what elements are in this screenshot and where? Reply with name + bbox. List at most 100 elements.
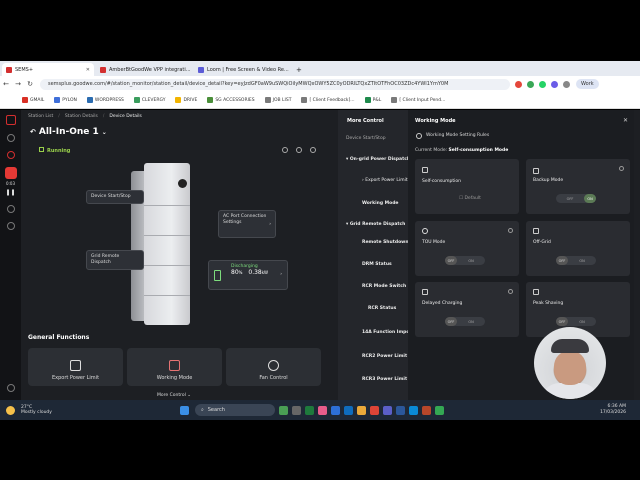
mode-card-tou[interactable]: TOU Mode OFF ON bbox=[415, 221, 519, 276]
new-tab-button[interactable]: + bbox=[292, 63, 306, 76]
layers-icon[interactable] bbox=[6, 384, 15, 392]
copilot-icon[interactable] bbox=[317, 405, 327, 415]
working-mode-card[interactable]: Working Mode bbox=[127, 348, 222, 386]
mode-card-off-grid[interactable]: Off-Grid OFF ON bbox=[526, 221, 630, 276]
bookmark-sg-accessories[interactable]: SG ACCESSORIES bbox=[207, 97, 255, 103]
bookmark-drive[interactable]: DRIVE bbox=[175, 97, 197, 103]
webcam-bubble[interactable] bbox=[534, 327, 606, 399]
bookmark-pylon[interactable]: PYLON bbox=[54, 97, 77, 103]
extension-icon[interactable] bbox=[527, 80, 534, 88]
more-item-14a-function[interactable]: 14A Function Import bbox=[362, 330, 414, 335]
loom-favicon-icon bbox=[198, 66, 204, 73]
close-icon[interactable]: ✕ bbox=[623, 117, 628, 124]
more-item-remote-shutdown[interactable]: Remote Shutdown bbox=[362, 240, 409, 245]
station-icon[interactable] bbox=[6, 151, 15, 159]
info-icon[interactable] bbox=[508, 228, 513, 233]
profile-button[interactable]: Work bbox=[576, 79, 599, 89]
taskbar-search[interactable]: ⌕ Search bbox=[194, 404, 275, 416]
delayed-charging-icon bbox=[422, 289, 428, 295]
url-input[interactable]: semsplus.goodwe.com/#/station_monitor/st… bbox=[40, 78, 510, 90]
more-item-rcr3-power-limit[interactable]: RCR3 Power Limit R bbox=[362, 377, 412, 382]
battery-unit-image bbox=[131, 163, 190, 325]
more-item-working-mode[interactable]: Working Mode bbox=[362, 201, 398, 206]
info-icon[interactable] bbox=[619, 166, 624, 171]
system-clock[interactable]: 6:36 AM 17/03/2026 bbox=[600, 404, 626, 416]
peak-shaving-toggle[interactable]: OFF ON bbox=[556, 317, 596, 326]
settings-icon[interactable] bbox=[6, 222, 15, 230]
chevron-down-icon[interactable]: ⌄ bbox=[102, 129, 107, 136]
breadcrumb-station-list[interactable]: Station List bbox=[28, 114, 53, 119]
close-icon[interactable]: ✕ bbox=[83, 67, 90, 73]
outlook-icon[interactable] bbox=[343, 405, 353, 415]
info-icon[interactable] bbox=[508, 289, 513, 294]
fan-control-card[interactable]: Fan Control bbox=[226, 348, 321, 386]
bookmark-gmail[interactable]: GMAIL bbox=[22, 97, 44, 103]
whatsapp-icon[interactable] bbox=[539, 80, 546, 88]
bookmark-client-input[interactable]: [ Client Input Pend... bbox=[391, 97, 445, 103]
task-view-icon[interactable] bbox=[291, 405, 301, 415]
tou-toggle[interactable]: OFF ON bbox=[445, 256, 485, 265]
back-icon[interactable]: ↶ bbox=[30, 128, 36, 136]
windows-start-icon[interactable] bbox=[179, 405, 189, 415]
info-icon[interactable] bbox=[310, 147, 316, 153]
mode-card-backup[interactable]: Backup Mode OFF ON bbox=[526, 159, 630, 214]
bookmark-clevergy[interactable]: CLEVERGY bbox=[133, 97, 165, 103]
forward-arrow-icon[interactable]: → bbox=[12, 80, 24, 88]
off-grid-toggle[interactable]: OFF ON bbox=[556, 256, 596, 265]
bookmark-wordpress[interactable]: WORDPRESS bbox=[86, 97, 124, 103]
more-item-on-grid-power-dispatch[interactable]: ▾ On-grid Power Dispatch bbox=[346, 157, 410, 162]
breadcrumb-station-details[interactable]: Station Details bbox=[65, 114, 98, 119]
export-power-limit-card[interactable]: Export Power Limit bbox=[28, 348, 123, 386]
chrome-profile-icon[interactable] bbox=[434, 405, 444, 415]
device-title[interactable]: ↶ All-In-One 1 ⌄ bbox=[30, 127, 107, 137]
close-icon[interactable]: ✕ bbox=[191, 67, 192, 73]
more-item-rcr-status[interactable]: RCR Status bbox=[368, 306, 396, 311]
more-item-rcr-mode-switch[interactable]: RCR Mode Switch bbox=[362, 284, 406, 289]
loom-record-button[interactable] bbox=[4, 167, 17, 179]
word-icon[interactable] bbox=[395, 405, 405, 415]
tab-loom[interactable]: Loom | Free Screen & Video Re... ✕ bbox=[194, 63, 290, 76]
more-item-drm-status[interactable]: DRM Status bbox=[362, 262, 392, 267]
app-icon[interactable] bbox=[278, 405, 288, 415]
dashboard-icon[interactable] bbox=[6, 134, 15, 142]
more-item-grid-remote-dispatch[interactable]: ▾ Grid Remote Dispatch bbox=[346, 222, 405, 227]
teams-icon[interactable] bbox=[382, 405, 392, 415]
excel-icon[interactable] bbox=[304, 405, 314, 415]
more-control-link[interactable]: More Control ⌄ bbox=[157, 393, 191, 398]
backup-toggle[interactable]: OFF ON bbox=[556, 194, 596, 203]
ac-port-settings-callout[interactable]: AC Port Connection Settings › bbox=[218, 210, 276, 238]
drive-icon bbox=[175, 97, 182, 103]
discharging-callout[interactable]: Discharging 80% 0.38kW › bbox=[208, 260, 288, 290]
bookmark-pl[interactable]: P&L bbox=[364, 97, 381, 103]
extension-icon[interactable] bbox=[515, 80, 522, 88]
delayed-charging-toggle[interactable]: OFF ON bbox=[445, 317, 485, 326]
chrome-icon[interactable] bbox=[369, 405, 379, 415]
powerpoint-icon[interactable] bbox=[421, 405, 431, 415]
more-item-rcr2-power-limit[interactable]: RCR2 Power Limit R bbox=[362, 354, 412, 359]
pause-icon[interactable]: ❚❚ bbox=[5, 189, 15, 196]
more-item-device-start-stop[interactable]: Device Start/Stop bbox=[346, 136, 386, 141]
status-badge: Running bbox=[39, 147, 70, 154]
settings-icon[interactable] bbox=[296, 147, 302, 153]
puzzle-icon[interactable] bbox=[563, 80, 570, 88]
explorer-icon[interactable] bbox=[356, 405, 366, 415]
reload-icon[interactable]: ↻ bbox=[24, 80, 36, 88]
alarm-icon[interactable] bbox=[282, 147, 288, 153]
more-item-export-power-limit[interactable]: › Export Power Limit bbox=[362, 178, 408, 183]
tab-amber[interactable]: AmberBtGoodWe VPP integrati... ✕ bbox=[96, 63, 192, 76]
bookmark-job-list[interactable]: JOB LIST bbox=[264, 97, 291, 103]
tab-sems[interactable]: SEMS+ ✕ bbox=[2, 63, 94, 76]
device-start-stop-callout[interactable]: Device Start/Stop bbox=[86, 190, 144, 204]
edge-icon[interactable] bbox=[330, 405, 340, 415]
weather-widget[interactable]: 27°C Mostly cloudy bbox=[21, 405, 52, 415]
mode-card-self-consumption[interactable]: Self-consumption ☐ Default bbox=[415, 159, 519, 214]
bookmark-client-feedback[interactable]: [ Client Feedback]... bbox=[301, 97, 355, 103]
back-arrow-icon[interactable]: ← bbox=[0, 80, 12, 88]
close-icon[interactable]: ✕ bbox=[289, 67, 290, 73]
history-icon[interactable] bbox=[6, 205, 15, 213]
extension-icon[interactable] bbox=[551, 80, 558, 88]
working-mode-rules-link[interactable]: Working Mode Setting Rules bbox=[416, 133, 489, 139]
grid-remote-dispatch-callout[interactable]: Grid Remote Dispatch bbox=[86, 250, 144, 270]
store-icon[interactable] bbox=[408, 405, 418, 415]
mode-card-delayed-charging[interactable]: Delayed Charging OFF ON bbox=[415, 282, 519, 337]
